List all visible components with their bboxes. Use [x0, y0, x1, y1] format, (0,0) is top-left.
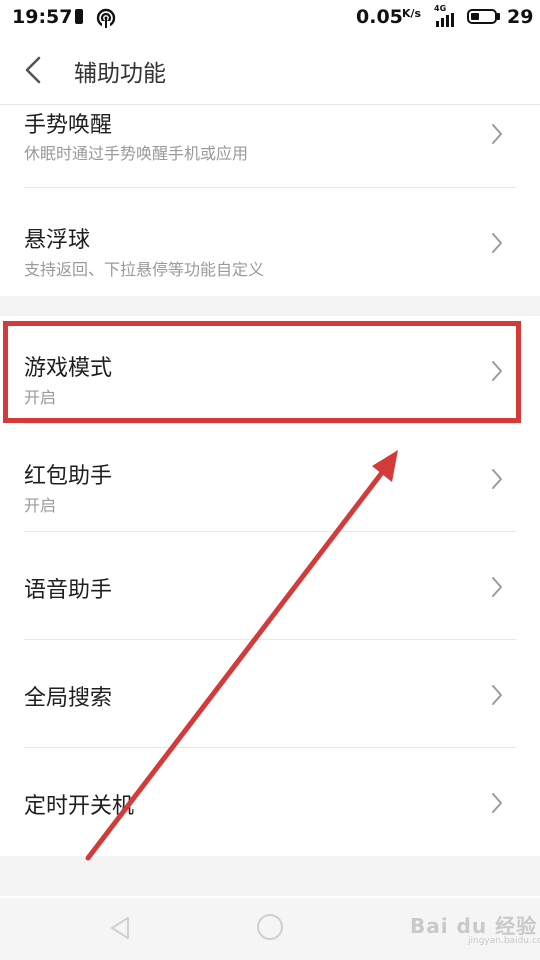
- item-subtitle: 开启: [24, 496, 57, 515]
- app-header: 辅助功能: [0, 36, 540, 105]
- chevron-right-icon: [492, 233, 502, 253]
- network-speed-unit: K/s: [402, 7, 422, 20]
- chevron-right-icon: [492, 124, 502, 144]
- settings-list: 手势唤醒 休眠时通过手势唤醒手机或应用 悬浮球 支持返回、下拉悬停等功能自定义 …: [0, 105, 540, 896]
- status-time: 19:57: [12, 6, 73, 28]
- network-type: 4G: [434, 4, 447, 13]
- item-title: 红包助手: [24, 464, 113, 489]
- item-title: 语音助手: [24, 578, 113, 603]
- watermark-url: jingyan.baidu.com: [468, 936, 540, 946]
- page-title: 辅助功能: [74, 61, 166, 87]
- battery-icon: [467, 9, 497, 24]
- item-title: 悬浮球: [24, 228, 91, 253]
- annotation-highlight-box: [3, 321, 521, 423]
- battery-tip: [497, 13, 500, 20]
- nav-back-icon[interactable]: [108, 915, 134, 941]
- item-subtitle: 休眠时通过手势唤醒手机或应用: [24, 144, 249, 163]
- list-item-global-search[interactable]: 全局搜索: [0, 640, 540, 748]
- item-subtitle: 支持返回、下拉悬停等功能自定义: [24, 260, 265, 279]
- back-arrow-icon[interactable]: [14, 50, 54, 90]
- chevron-right-icon: [492, 793, 502, 813]
- chevron-right-icon: [492, 469, 502, 489]
- nav-home-icon[interactable]: [257, 914, 283, 940]
- list-item-red-packet-assistant[interactable]: 红包助手 开启: [0, 424, 540, 532]
- status-bar: 19:57 0.05 K/s 4G 29: [0, 0, 540, 36]
- item-title: 手势唤醒: [24, 113, 113, 138]
- list-item-voice-assistant[interactable]: 语音助手: [0, 532, 540, 640]
- navigation-bar: Bai du 经验 jingyan.baidu.com: [0, 898, 540, 960]
- list-item-floating-ball[interactable]: 悬浮球 支持返回、下拉悬停等功能自定义: [0, 188, 540, 296]
- group-separator: [0, 296, 540, 316]
- watermark-logo: Bai du 经验: [410, 914, 538, 938]
- list-item-scheduled-power[interactable]: 定时开关机: [0, 748, 540, 856]
- item-title: 全局搜索: [24, 686, 113, 711]
- item-title: 定时开关机: [24, 794, 135, 819]
- chevron-right-icon: [492, 685, 502, 705]
- battery-saver-icon: [75, 9, 83, 24]
- list-item-gesture-wake[interactable]: 手势唤醒 休眠时通过手势唤醒手机或应用: [0, 105, 540, 188]
- hotspot-icon: [96, 8, 116, 28]
- battery-level: 29: [507, 6, 534, 28]
- signal-icon: [436, 13, 454, 27]
- group-separator: [0, 856, 540, 896]
- network-speed: 0.05: [356, 6, 403, 28]
- chevron-right-icon: [492, 577, 502, 597]
